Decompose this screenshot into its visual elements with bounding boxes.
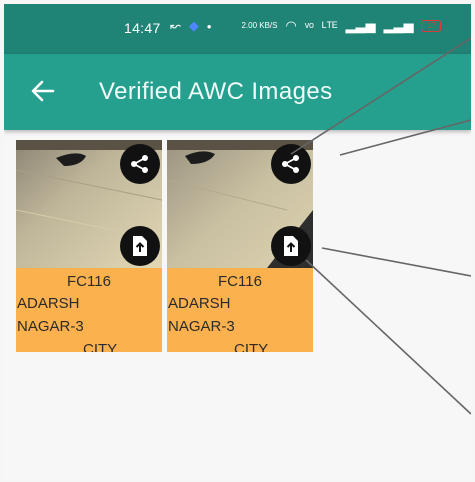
annotation-line xyxy=(339,119,471,156)
annotation-lines xyxy=(290,37,471,415)
annotation-line xyxy=(321,247,471,277)
phone-screen: 14:47 ↜ ◆ • 2.00 KB/S ◠ ᵛᵒ ᴸᵀᴱ ▂▃▅ ▂▃▅ 1… xyxy=(4,4,471,480)
annotation-line xyxy=(305,259,471,415)
annotation-line xyxy=(290,37,471,155)
